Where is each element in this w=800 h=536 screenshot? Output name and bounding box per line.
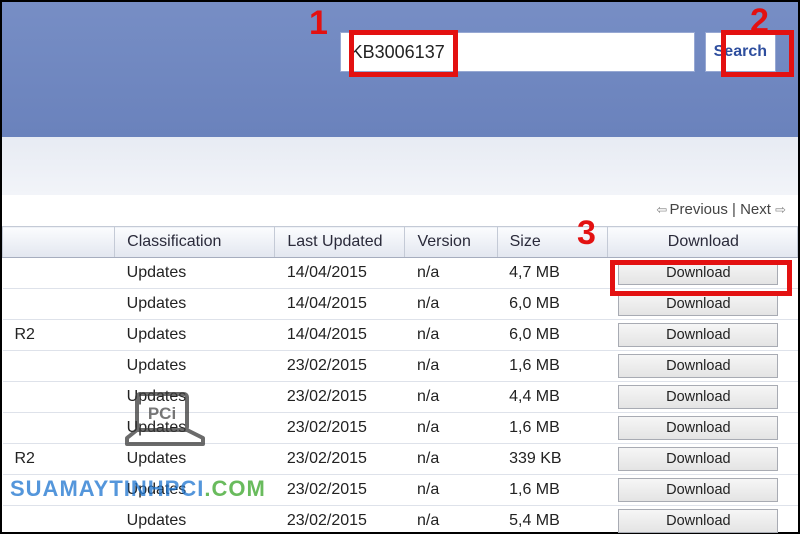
cell-download: Download: [607, 289, 797, 320]
cell-classification: Updates: [115, 475, 275, 506]
cell-first: R2: [3, 320, 115, 351]
cell-version: n/a: [405, 258, 497, 289]
prev-arrow-icon[interactable]: ⇦: [656, 202, 665, 217]
download-button[interactable]: Download: [618, 354, 778, 378]
cell-last-updated: 14/04/2015: [275, 258, 405, 289]
cell-size: 1,6 MB: [497, 475, 607, 506]
table-row: Updates23/02/2015n/a1,6 MB Download: [3, 475, 798, 506]
cell-version: n/a: [405, 382, 497, 413]
download-button[interactable]: Download: [618, 385, 778, 409]
cell-size: 6,0 MB: [497, 320, 607, 351]
pager-sep: |: [728, 201, 740, 218]
col-download: Download: [607, 227, 797, 258]
table-row: Updates14/04/2015n/a4,7 MB Download: [3, 258, 798, 289]
cell-classification: Updates: [115, 258, 275, 289]
cell-first: [3, 413, 115, 444]
header-spacer: [2, 137, 798, 195]
table-row: Updates23/02/2015n/a4,4 MB Download: [3, 382, 798, 413]
cell-size: 5,4 MB: [497, 506, 607, 536]
annotation-number-2: 2: [750, 2, 769, 41]
cell-first: [3, 475, 115, 506]
results-table: Classification Last Updated Version Size…: [2, 226, 798, 536]
col-classification[interactable]: Classification: [115, 227, 275, 258]
cell-first: [3, 289, 115, 320]
annotation-number-1: 1: [309, 4, 328, 43]
next-arrow-icon[interactable]: ⇨: [775, 202, 784, 217]
table-row: Updates23/02/2015n/a1,6 MB Download: [3, 351, 798, 382]
pager: ⇦ Previous | Next ⇨: [2, 195, 798, 226]
cell-first: [3, 506, 115, 536]
cell-download: Download: [607, 258, 797, 289]
col-first[interactable]: [3, 227, 115, 258]
cell-version: n/a: [405, 475, 497, 506]
cell-version: n/a: [405, 444, 497, 475]
cell-version: n/a: [405, 289, 497, 320]
cell-last-updated: 23/02/2015: [275, 351, 405, 382]
table-row: Updates14/04/2015n/a6,0 MB Download: [3, 289, 798, 320]
cell-version: n/a: [405, 413, 497, 444]
cell-download: Download: [607, 475, 797, 506]
cell-download: Download: [607, 351, 797, 382]
cell-download: Download: [607, 444, 797, 475]
col-version[interactable]: Version: [405, 227, 497, 258]
download-button[interactable]: Download: [618, 509, 778, 533]
cell-first: [3, 351, 115, 382]
table-row: R2Updates23/02/2015n/a339 KB Download: [3, 444, 798, 475]
cell-first: [3, 258, 115, 289]
cell-last-updated: 14/04/2015: [275, 320, 405, 351]
table-row: R2Updates14/04/2015n/a6,0 MB Download: [3, 320, 798, 351]
download-button[interactable]: Download: [618, 292, 778, 316]
cell-first: [3, 382, 115, 413]
cell-size: 6,0 MB: [497, 289, 607, 320]
cell-size: 1,6 MB: [497, 351, 607, 382]
pager-prev[interactable]: Previous: [669, 201, 727, 218]
annotation-number-3: 3: [577, 214, 596, 253]
cell-download: Download: [607, 382, 797, 413]
download-button[interactable]: Download: [618, 478, 778, 502]
download-button[interactable]: Download: [618, 261, 778, 285]
cell-last-updated: 23/02/2015: [275, 444, 405, 475]
download-button[interactable]: Download: [618, 416, 778, 440]
cell-classification: Updates: [115, 351, 275, 382]
cell-classification: Updates: [115, 382, 275, 413]
cell-last-updated: 23/02/2015: [275, 506, 405, 536]
cell-last-updated: 14/04/2015: [275, 289, 405, 320]
cell-size: 4,7 MB: [497, 258, 607, 289]
table-row: Updates23/02/2015n/a1,6 MB Download: [3, 413, 798, 444]
col-last-updated[interactable]: Last Updated: [275, 227, 405, 258]
cell-version: n/a: [405, 351, 497, 382]
cell-last-updated: 23/02/2015: [275, 413, 405, 444]
cell-size: 339 KB: [497, 444, 607, 475]
download-button[interactable]: Download: [618, 323, 778, 347]
search-header: Search: [2, 2, 798, 137]
cell-size: 1,6 MB: [497, 413, 607, 444]
pager-next[interactable]: Next: [740, 201, 771, 218]
table-row: Updates23/02/2015n/a5,4 MB Download: [3, 506, 798, 536]
cell-classification: Updates: [115, 444, 275, 475]
download-button[interactable]: Download: [618, 447, 778, 471]
cell-classification: Updates: [115, 506, 275, 536]
cell-version: n/a: [405, 320, 497, 351]
cell-last-updated: 23/02/2015: [275, 382, 405, 413]
cell-download: Download: [607, 506, 797, 536]
cell-download: Download: [607, 413, 797, 444]
search-input[interactable]: [340, 32, 695, 72]
cell-version: n/a: [405, 506, 497, 536]
cell-classification: Updates: [115, 413, 275, 444]
cell-last-updated: 23/02/2015: [275, 475, 405, 506]
cell-size: 4,4 MB: [497, 382, 607, 413]
header-row: Classification Last Updated Version Size…: [3, 227, 798, 258]
cell-classification: Updates: [115, 289, 275, 320]
cell-classification: Updates: [115, 320, 275, 351]
cell-download: Download: [607, 320, 797, 351]
cell-first: R2: [3, 444, 115, 475]
